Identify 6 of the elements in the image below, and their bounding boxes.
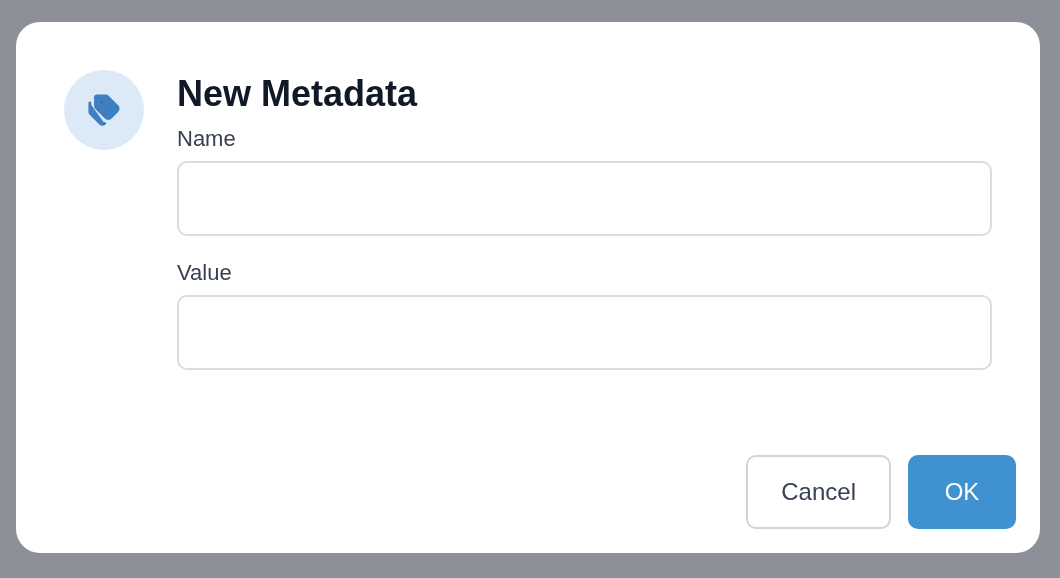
text-field[interactable] (177, 295, 992, 370)
field-label: Value (177, 259, 233, 287)
text-field[interactable] (177, 161, 992, 236)
dialog-title: New Metadata (177, 72, 419, 116)
field-label: Name (177, 125, 237, 153)
cancel-button[interactable]: Cancel (746, 455, 891, 529)
